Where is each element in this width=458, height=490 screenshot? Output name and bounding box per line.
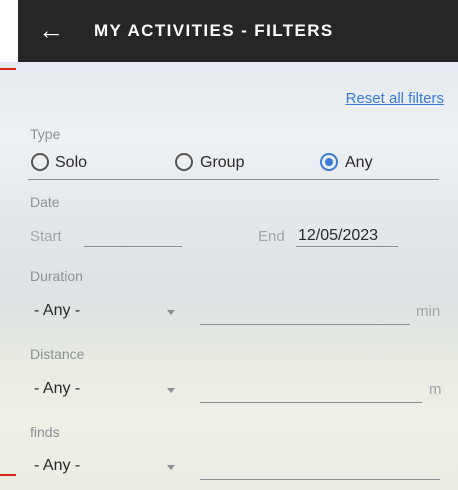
type-divider (28, 179, 439, 180)
radio-solo[interactable] (31, 153, 49, 171)
distance-input[interactable] (200, 378, 422, 402)
reset-filters-link[interactable]: Reset all filters (346, 90, 444, 107)
start-label: Start (30, 228, 62, 245)
duration-unit: min (416, 303, 441, 320)
chevron-down-icon (167, 465, 175, 470)
radio-solo-label: Solo (55, 154, 88, 171)
distance-label: Distance (30, 346, 85, 362)
duration-input[interactable] (200, 300, 410, 324)
annotation-marker-top (0, 68, 16, 70)
end-date-value[interactable]: 12/05/2023 (298, 227, 378, 245)
radio-group-label: Group (200, 154, 245, 171)
finds-input[interactable] (200, 455, 440, 479)
end-date-underline (296, 246, 398, 247)
type-label: Type (30, 126, 61, 142)
end-label: End (258, 228, 285, 245)
start-date-field[interactable] (84, 222, 182, 246)
date-label: Date (30, 194, 60, 210)
chevron-down-icon (167, 388, 175, 393)
filters-panel: Reset all filters Type Solo Group Any Da… (18, 62, 458, 490)
distance-select[interactable]: - Any - (30, 378, 190, 402)
finds-select-value: - Any - (34, 457, 81, 474)
finds-select[interactable]: - Any - (30, 455, 190, 479)
duration-input-underline (200, 324, 410, 325)
start-date-underline (84, 246, 182, 247)
distance-input-underline (200, 402, 422, 403)
finds-label: finds (30, 424, 60, 440)
app-header: ← MY ACTIVITIES - FILTERS (18, 0, 458, 62)
chevron-down-icon (167, 310, 175, 315)
finds-input-underline (200, 479, 440, 480)
distance-unit: m (429, 381, 442, 398)
duration-select[interactable]: - Any - (30, 300, 190, 324)
radio-group[interactable] (175, 153, 193, 171)
arrow-left-icon[interactable]: ← (38, 17, 64, 43)
duration-select-value: - Any - (34, 302, 81, 319)
annotation-marker-bottom (0, 474, 16, 476)
distance-select-value: - Any - (34, 380, 81, 397)
radio-any-label: Any (345, 154, 373, 171)
page-title: MY ACTIVITIES - FILTERS (94, 21, 334, 40)
duration-label: Duration (30, 268, 83, 284)
radio-any[interactable] (320, 153, 338, 171)
